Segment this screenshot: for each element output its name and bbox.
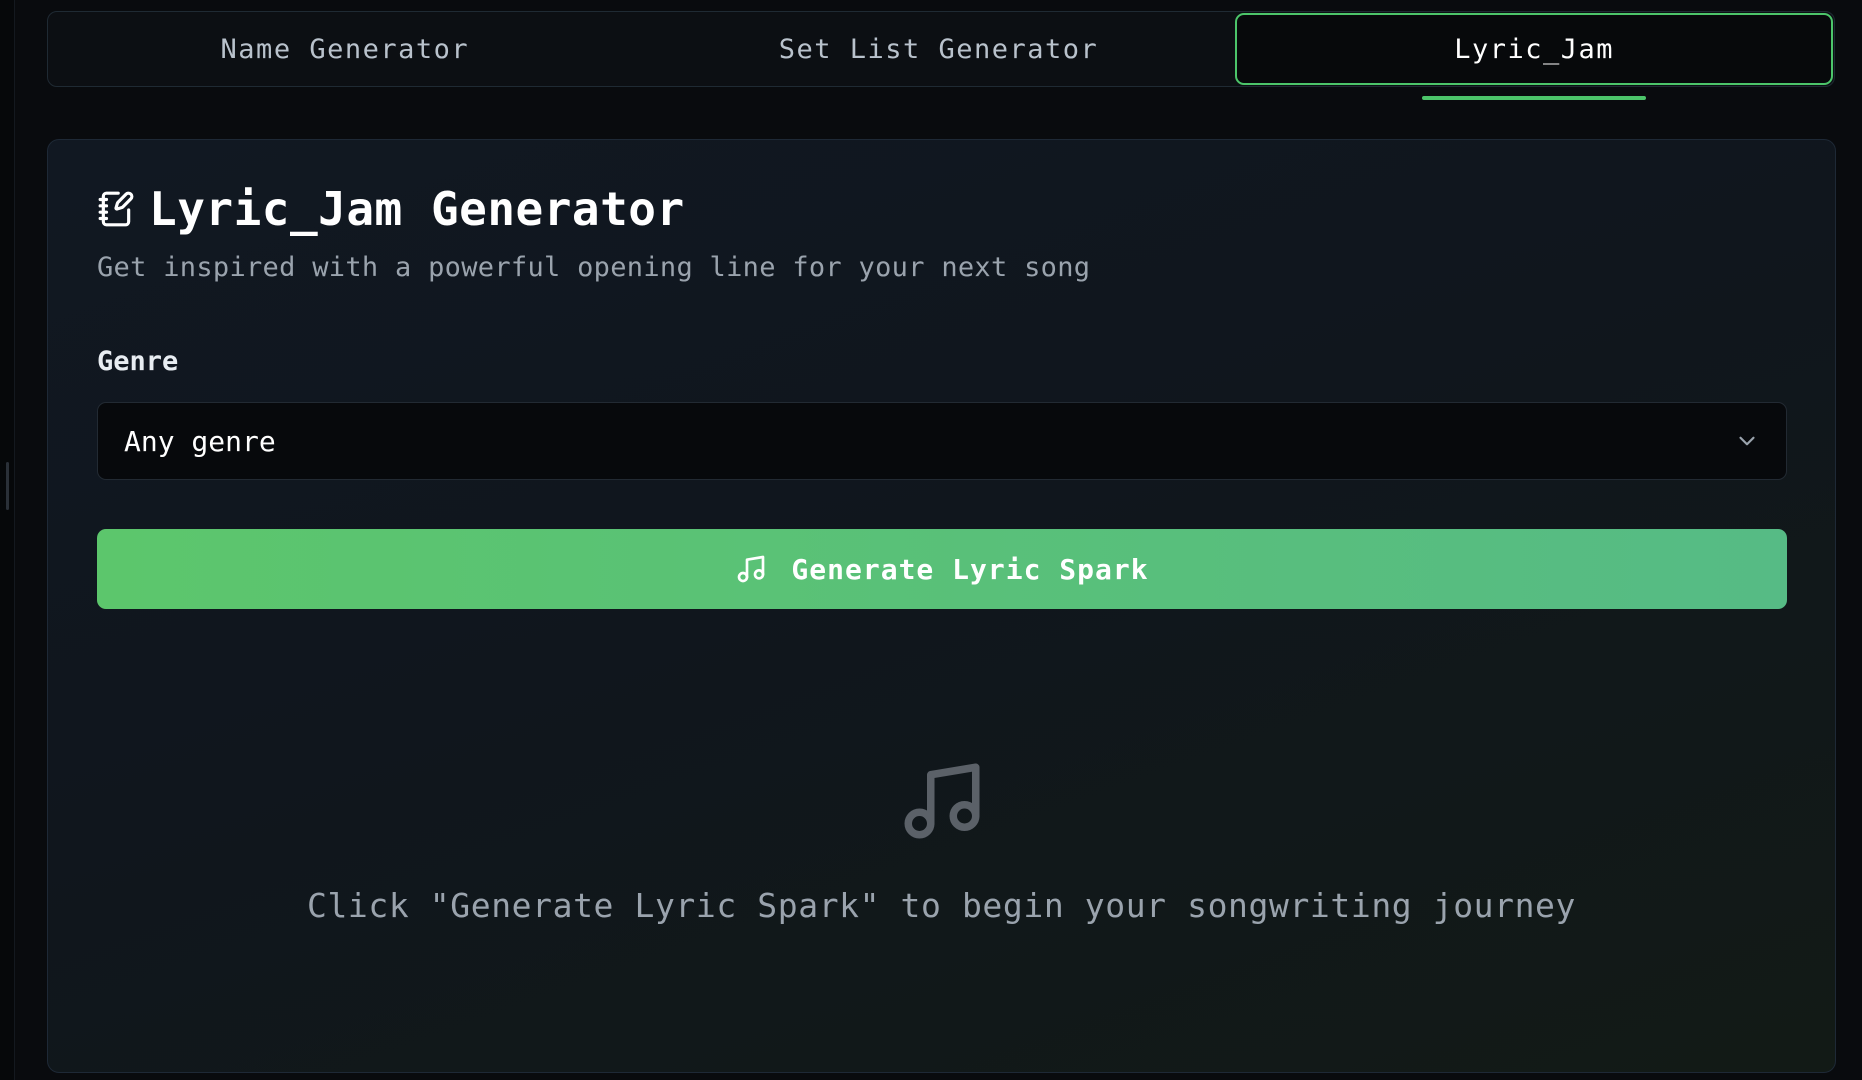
music-note-icon <box>897 756 987 846</box>
tab-label: Lyric_Jam <box>1454 33 1615 65</box>
tab-label: Name Generator <box>220 33 470 65</box>
tab-set-list-generator[interactable]: Set List Generator <box>642 12 1236 86</box>
generate-button-label: Generate Lyric Spark <box>791 552 1149 586</box>
card-header: Lyric_Jam Generator <box>97 182 685 236</box>
empty-state <box>48 756 1835 846</box>
tab-bar: Name Generator Set List Generator Lyric_… <box>47 11 1835 100</box>
app-page: Name Generator Set List Generator Lyric_… <box>0 0 1862 1080</box>
generate-lyric-spark-button[interactable]: Generate Lyric Spark <box>97 529 1787 609</box>
tab-name-generator[interactable]: Name Generator <box>48 12 642 86</box>
active-tab-indicator <box>1422 96 1647 100</box>
resize-handle[interactable] <box>6 462 9 510</box>
lyric-jam-card: Lyric_Jam Generator Get inspired with a … <box>47 139 1836 1073</box>
page-title: Lyric_Jam Generator <box>149 182 685 236</box>
chevron-down-icon <box>1734 428 1760 454</box>
music-note-icon <box>735 553 767 585</box>
notebook-pen-icon <box>97 190 135 228</box>
left-rail <box>0 0 15 1080</box>
tab-lyric-jam[interactable]: Lyric_Jam <box>1235 13 1834 100</box>
genre-label: Genre <box>97 346 179 377</box>
empty-state-text: Click "Generate Lyric Spark" to begin yo… <box>307 886 1576 925</box>
page-subtitle: Get inspired with a powerful opening lin… <box>97 252 1091 283</box>
tab-label: Set List Generator <box>778 33 1099 65</box>
genre-select-value: Any genre <box>124 424 276 458</box>
genre-select[interactable]: Any genre <box>97 402 1787 480</box>
